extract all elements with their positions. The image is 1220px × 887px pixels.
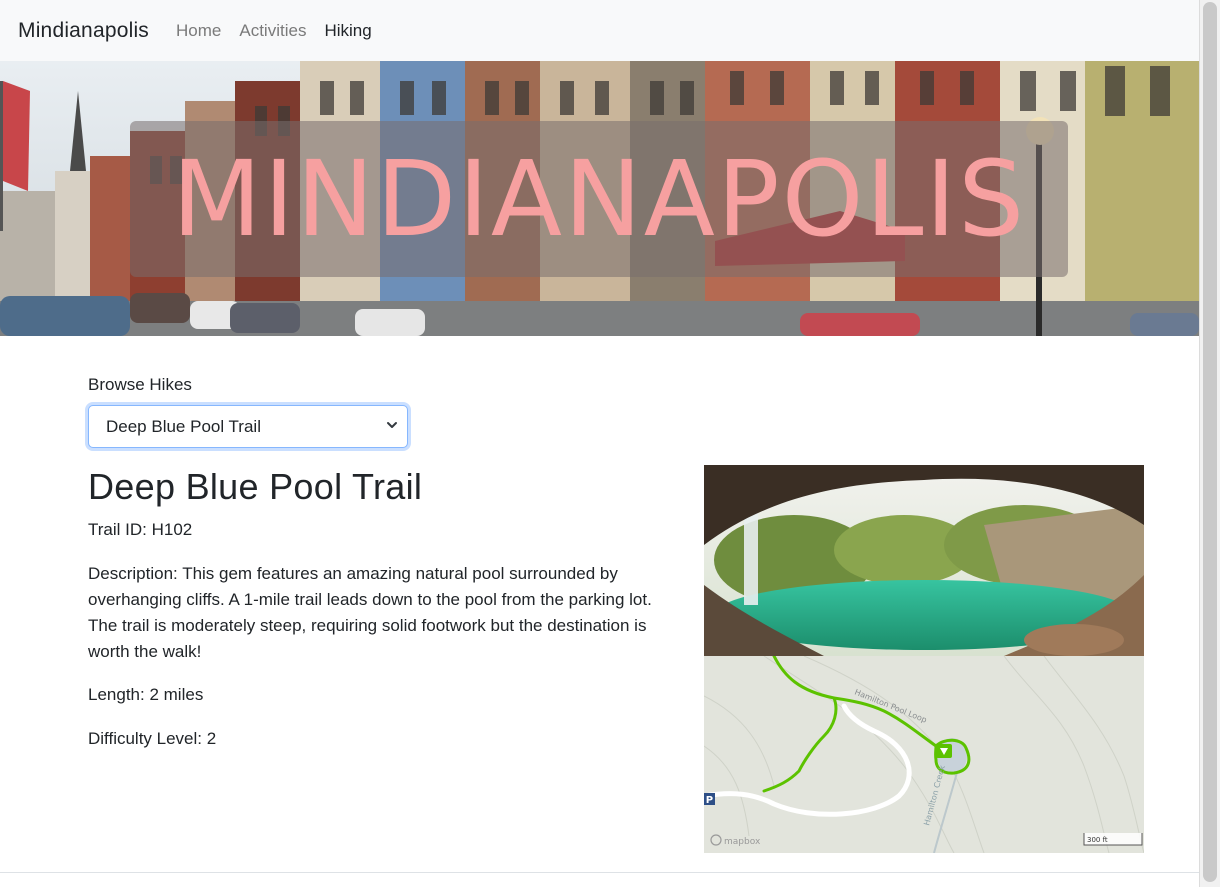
trail-photo: [704, 465, 1144, 656]
trail-id-value: H102: [151, 520, 193, 539]
nav-link-activities[interactable]: Activities: [239, 21, 306, 41]
map-scale: 300 ft: [1083, 833, 1143, 846]
trail-description: Description: This gem features an amazin…: [88, 561, 668, 665]
hero-banner: MINDIANAPOLIS: [0, 61, 1199, 336]
nav-link-home[interactable]: Home: [176, 21, 221, 41]
browse-hikes-label: Browse Hikes: [88, 375, 192, 394]
trail-description-label: Description:: [88, 564, 178, 583]
trail-difficulty-value: 2: [206, 729, 217, 748]
hike-select-value: Deep Blue Pool Trail: [106, 416, 261, 436]
trail-difficulty-label: Difficulty Level:: [88, 729, 203, 748]
chevron-down-icon: [387, 422, 397, 428]
trail-id: Trail ID: H102: [88, 517, 668, 543]
trail-id-label: Trail ID:: [88, 520, 147, 539]
brand-link[interactable]: Mindianapolis: [18, 19, 149, 43]
hike-select[interactable]: Deep Blue Pool Trail: [88, 405, 408, 448]
scrollbar-thumb[interactable]: [1203, 2, 1217, 882]
trail-length: Length: 2 miles: [88, 682, 668, 708]
trail-length-value: 2 miles: [149, 685, 204, 704]
page: Mindianapolis Home Activities Hiking MIN…: [0, 0, 1199, 887]
hike-title: Deep Blue Pool Trail: [88, 466, 423, 507]
mapbox-logo-text: mapbox: [724, 837, 761, 847]
navbar: Mindianapolis Home Activities Hiking: [0, 0, 1199, 61]
footer-divider: [0, 872, 1199, 873]
diamond-marker-icon: [936, 744, 952, 758]
scrollbar[interactable]: [1199, 0, 1220, 887]
trail-length-label: Length:: [88, 685, 145, 704]
parking-symbol: P: [706, 795, 713, 806]
trail-difficulty: Difficulty Level: 2: [88, 726, 668, 752]
parking-icon: P: [704, 793, 715, 806]
nav-link-hiking[interactable]: Hiking: [324, 21, 371, 41]
hero-title: MINDIANAPOLIS: [171, 138, 1027, 260]
map-scale-label: 300 ft: [1087, 836, 1108, 844]
trail-map[interactable]: Hamilton Pool Loop Hamilton Creek P mapb…: [704, 656, 1144, 853]
